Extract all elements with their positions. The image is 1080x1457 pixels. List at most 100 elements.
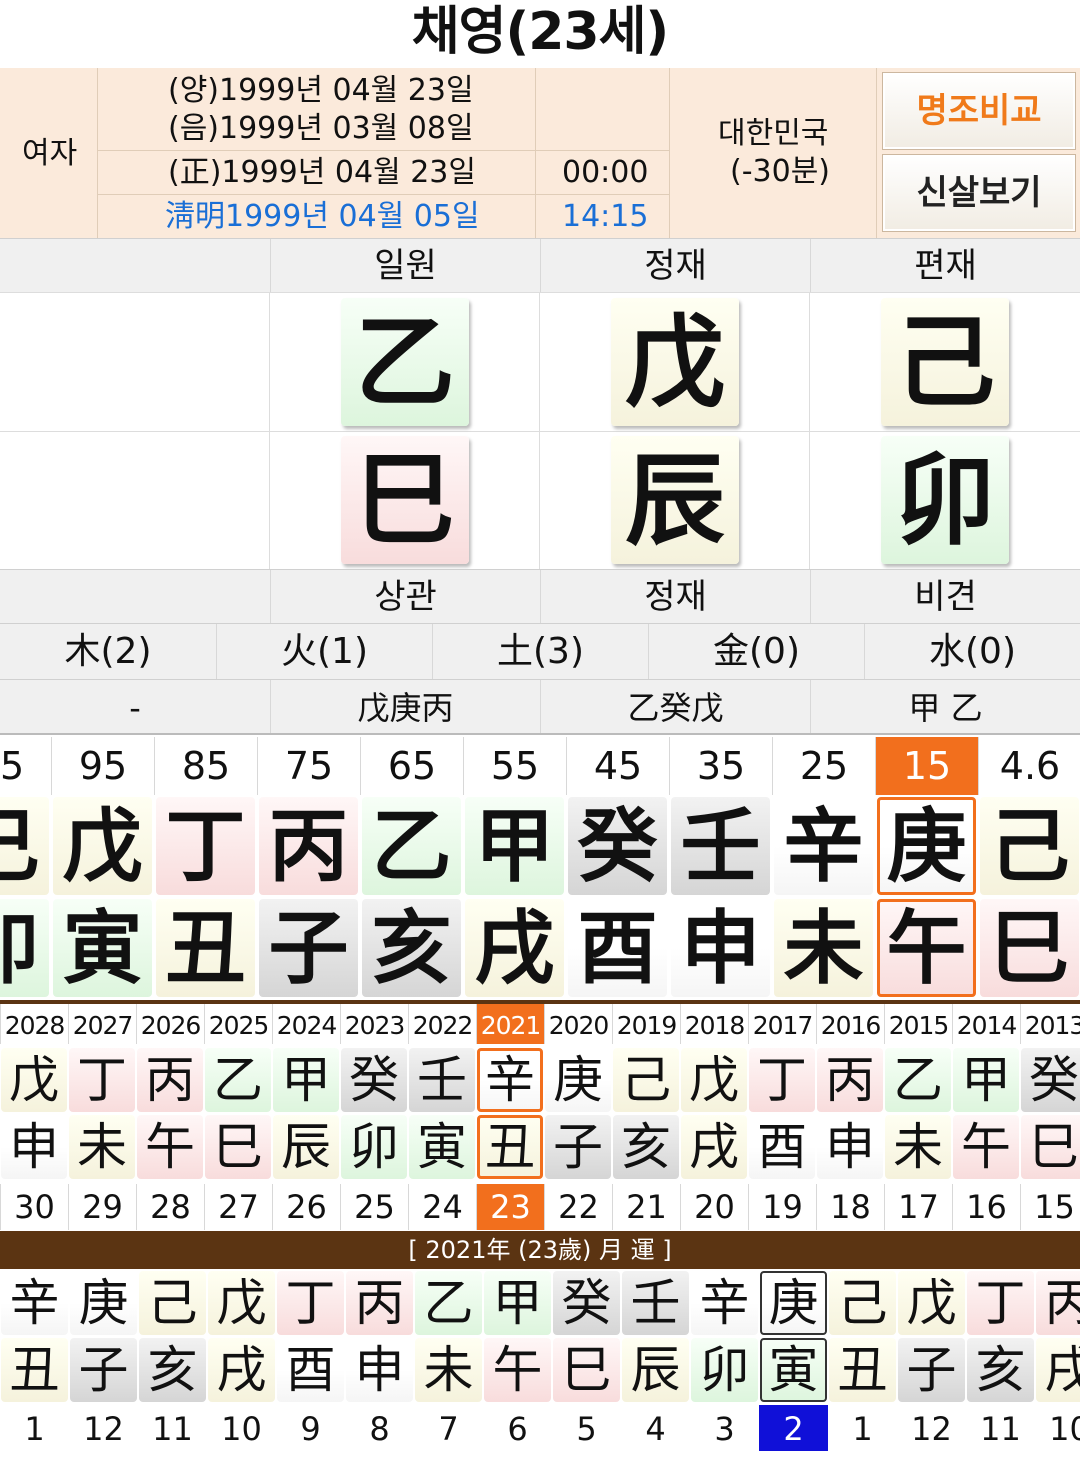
wolun-month: 8 — [369, 1410, 390, 1448]
seun-branch-tile[interactable]: 午 — [137, 1115, 203, 1179]
daeun-stem-tile[interactable]: 戊 — [53, 797, 152, 895]
daeun-branch-tile[interactable]: 寅 — [53, 899, 152, 997]
seun-stem-tile[interactable]: 丙 — [817, 1048, 883, 1112]
seun-branch-tile[interactable]: 巳 — [205, 1115, 271, 1179]
daeun-branch-tile[interactable]: 巳 — [980, 899, 1079, 997]
seun-branch-tile[interactable]: 申 — [1, 1115, 67, 1179]
seun-branch-tile[interactable]: 亥 — [613, 1115, 679, 1179]
wolun-stem-tile[interactable]: 丙 — [1036, 1271, 1080, 1335]
wolun-stem-tile[interactable]: 庚 — [760, 1271, 827, 1335]
seun-branch-tile[interactable]: 未 — [69, 1115, 135, 1179]
seun-stem-tile[interactable]: 癸 — [341, 1048, 407, 1112]
wolun-month: 10 — [221, 1410, 262, 1448]
daeun-branch-tile[interactable]: 戌 — [465, 899, 564, 997]
seun-stem-tile[interactable]: 甲 — [953, 1048, 1019, 1112]
seun-stem-tile[interactable]: 戊 — [681, 1048, 747, 1112]
hidden-stems-row: - 戊庚丙 乙癸戊 甲 乙 — [0, 679, 1080, 735]
wolun-stem-tile[interactable]: 癸 — [553, 1271, 620, 1335]
daeun-branch-tile[interactable]: 申 — [671, 899, 770, 997]
seun-stem-tile[interactable]: 壬 — [409, 1048, 475, 1112]
daeun-branch-tile[interactable]: 丑 — [156, 899, 255, 997]
wolun-branch-tile[interactable]: 亥 — [139, 1338, 206, 1402]
daeun-branch-tile[interactable]: 亥 — [362, 899, 461, 997]
wolun-branch-tile[interactable]: 酉 — [277, 1338, 344, 1402]
seun-stem-tile[interactable]: 丙 — [137, 1048, 203, 1112]
seun-branch-tile[interactable]: 寅 — [409, 1115, 475, 1179]
seun-year: 2017 — [748, 1004, 816, 1044]
wolun-branch-tile[interactable]: 丑 — [1, 1338, 68, 1402]
daeun-stem-tile[interactable]: 丁 — [156, 797, 255, 895]
seun-stem-tile[interactable]: 乙 — [205, 1048, 271, 1112]
daeun-stem-tile[interactable]: 庚 — [877, 797, 976, 895]
seun-branch-tile[interactable]: 巳 — [1021, 1115, 1080, 1179]
wolun-branch-tile[interactable]: 未 — [415, 1338, 482, 1402]
wolun-stem-tile[interactable]: 乙 — [415, 1271, 482, 1335]
daeun-branch-tile[interactable]: 午 — [877, 899, 976, 997]
wolun-branch-tile[interactable]: 申 — [346, 1338, 413, 1402]
seun-branch-tile[interactable]: 丑 — [477, 1115, 543, 1179]
seun-branch-tile[interactable]: 午 — [953, 1115, 1019, 1179]
wolun-branch-tile[interactable]: 戌 — [208, 1338, 275, 1402]
seun-stem-tile[interactable]: 辛 — [477, 1048, 543, 1112]
seun-stem-tile[interactable]: 己 — [613, 1048, 679, 1112]
seun-branch-tile[interactable]: 卯 — [341, 1115, 407, 1179]
wolun-branch-tile[interactable]: 子 — [70, 1338, 137, 1402]
pillar-stem-tile: 戊 — [611, 298, 739, 426]
wolun-branch-tile[interactable]: 巳 — [553, 1338, 620, 1402]
daeun-branch-tile[interactable]: 酉 — [568, 899, 667, 997]
daeun-stem-tile[interactable]: 己 — [0, 797, 49, 895]
wolun-stem-tile[interactable]: 丙 — [346, 1271, 413, 1335]
daeun-stem-tile[interactable]: 乙 — [362, 797, 461, 895]
wolun-month: 1 — [852, 1410, 873, 1448]
wolun-branch-tile[interactable]: 子 — [898, 1338, 965, 1402]
wolun-stem-tile[interactable]: 丁 — [277, 1271, 344, 1335]
wolun-stem-tile[interactable]: 丁 — [967, 1271, 1034, 1335]
seun-branch-tile[interactable]: 未 — [885, 1115, 951, 1179]
wolun-branch-tile[interactable]: 午 — [484, 1338, 551, 1402]
hidden-stem: - — [129, 689, 141, 727]
wolun-stem-tile[interactable]: 己 — [829, 1271, 896, 1335]
wolun-stem-tile[interactable]: 辛 — [1, 1271, 68, 1335]
wolun-branch-tile[interactable]: 戌 — [1036, 1338, 1080, 1402]
daeun-stem-tile[interactable]: 甲 — [465, 797, 564, 895]
seun-branch-tile[interactable]: 子 — [545, 1115, 611, 1179]
seun-branch-tile[interactable]: 辰 — [273, 1115, 339, 1179]
seun-branch-tile[interactable]: 戌 — [681, 1115, 747, 1179]
seun-stem-tile[interactable]: 丁 — [749, 1048, 815, 1112]
seun-branch-tile[interactable]: 申 — [817, 1115, 883, 1179]
seun-year: 2019 — [612, 1004, 680, 1044]
daeun-stem-tile[interactable]: 癸 — [568, 797, 667, 895]
wolun-stem-tile[interactable]: 甲 — [484, 1271, 551, 1335]
wolun-stem-tile[interactable]: 辛 — [691, 1271, 758, 1335]
wolun-stem-tile[interactable]: 庚 — [70, 1271, 137, 1335]
seun-stem-tile[interactable]: 庚 — [545, 1048, 611, 1112]
daeun-stem-tile[interactable]: 己 — [980, 797, 1079, 895]
seun-stem-tile[interactable]: 戊 — [1, 1048, 67, 1112]
country-label: 대한민국 — [718, 116, 829, 151]
daeun-age: 25 — [772, 737, 875, 795]
seun-year: 2028 — [0, 1004, 68, 1044]
wolun-stem-tile[interactable]: 壬 — [622, 1271, 689, 1335]
daeun-stem-tile[interactable]: 壬 — [671, 797, 770, 895]
wolun-stem-tile[interactable]: 戊 — [208, 1271, 275, 1335]
seun-stem-tile[interactable]: 甲 — [273, 1048, 339, 1112]
wolun-stem-tile[interactable]: 己 — [139, 1271, 206, 1335]
daeun-branch-tile[interactable]: 子 — [259, 899, 358, 997]
daeun-branch-tile[interactable]: 未 — [774, 899, 873, 997]
wolun-branch-tile[interactable]: 亥 — [967, 1338, 1034, 1402]
wolun-stem-tile[interactable]: 戊 — [898, 1271, 965, 1335]
wolun-branch-tile[interactable]: 丑 — [829, 1338, 896, 1402]
wolun-branch-tile[interactable]: 卯 — [691, 1338, 758, 1402]
seun-stem-tile[interactable]: 乙 — [885, 1048, 951, 1112]
seun-stem-tile[interactable]: 丁 — [69, 1048, 135, 1112]
wolun-branch-tile[interactable]: 寅 — [760, 1338, 827, 1402]
compare-chart-button[interactable]: 명조비교 — [882, 72, 1076, 150]
daeun-stem-tile[interactable]: 辛 — [774, 797, 873, 895]
sinsal-view-button[interactable]: 신살보기 — [882, 154, 1076, 232]
daeun-stem-tile[interactable]: 丙 — [259, 797, 358, 895]
daeun-age: 35 — [669, 737, 772, 795]
daeun-branch-tile[interactable]: 卯 — [0, 899, 49, 997]
seun-stem-tile[interactable]: 癸 — [1021, 1048, 1080, 1112]
wolun-branch-tile[interactable]: 辰 — [622, 1338, 689, 1402]
seun-branch-tile[interactable]: 酉 — [749, 1115, 815, 1179]
